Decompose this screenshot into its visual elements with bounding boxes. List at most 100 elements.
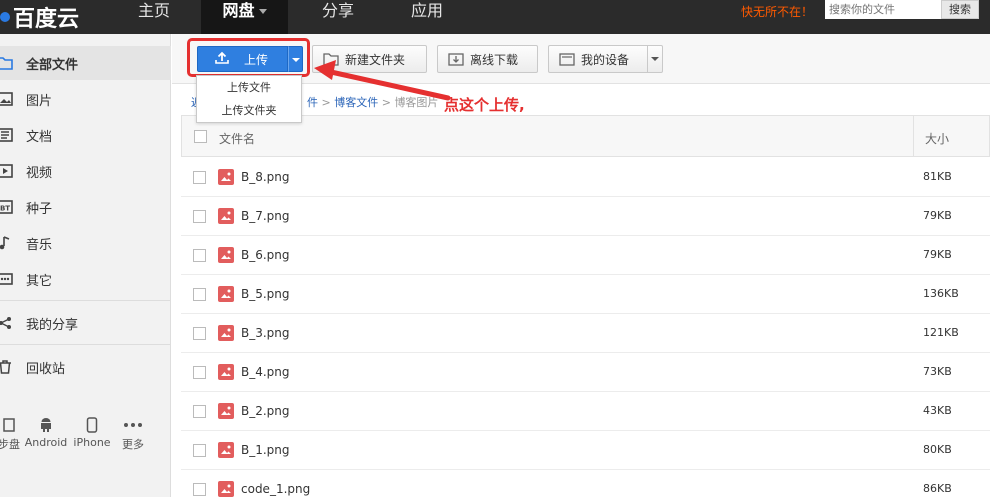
annotation-arrow xyxy=(314,60,451,101)
file-name[interactable]: B_8.png xyxy=(241,170,290,184)
sidebar-item-label: 其它 xyxy=(26,273,53,289)
row-checkbox[interactable] xyxy=(193,405,206,418)
table-row[interactable]: B_4.png 73KB xyxy=(181,353,990,392)
file-name[interactable]: code_1.png xyxy=(241,482,310,496)
chevron-down-icon xyxy=(258,9,267,14)
sidebar-divider xyxy=(0,344,171,345)
device-iphone[interactable]: iPhone xyxy=(72,414,112,449)
nav-home[interactable]: 主页 xyxy=(118,0,190,34)
more-dots-icon xyxy=(118,414,148,436)
annotation-text: 点这个上传, xyxy=(444,96,525,114)
sidebar-item-recycle-bin[interactable]: 回收站 xyxy=(0,350,171,384)
file-name[interactable]: B_2.png xyxy=(241,404,290,418)
menu-item-upload-file[interactable]: 上传文件 xyxy=(197,76,301,99)
search-button[interactable]: 搜索 xyxy=(941,0,979,19)
file-name[interactable]: B_6.png xyxy=(241,248,290,262)
table-row[interactable]: B_8.png 81KB xyxy=(181,158,990,197)
column-divider xyxy=(913,116,914,156)
sidebar-item-other[interactable]: 其它 xyxy=(0,262,171,296)
device-android[interactable]: Android xyxy=(24,414,68,449)
image-file-icon xyxy=(218,208,234,224)
sidebar-item-all-files[interactable]: 全部文件 xyxy=(0,46,171,80)
nav-netdisk-label: 网盘 xyxy=(222,1,255,20)
row-checkbox[interactable] xyxy=(193,171,206,184)
sidebar-item-torrents[interactable]: BT 种子 xyxy=(0,190,171,224)
device-more[interactable]: 更多 xyxy=(118,414,148,452)
file-size: 73KB xyxy=(923,365,952,378)
table-row[interactable]: B_5.png 136KB xyxy=(181,275,990,314)
music-icon xyxy=(0,234,14,252)
logo-mark-icon xyxy=(0,12,10,22)
my-devices-label: 我的设备 xyxy=(581,52,630,67)
my-devices-dropdown[interactable] xyxy=(647,46,662,72)
baidu-cloud-logo[interactable]: 百度云 xyxy=(0,0,79,34)
nav-apps[interactable]: 应用 xyxy=(391,0,463,34)
image-file-icon xyxy=(218,247,234,263)
table-row[interactable]: code_1.png 86KB xyxy=(181,470,990,497)
file-size: 79KB xyxy=(923,209,952,222)
file-size: 121KB xyxy=(923,326,959,339)
sidebar-item-videos[interactable]: 视频 xyxy=(0,154,171,188)
column-header-size[interactable]: 大小 xyxy=(925,130,949,147)
table-row[interactable]: B_6.png 79KB xyxy=(181,236,990,275)
table-row[interactable]: B_3.png 121KB xyxy=(181,314,990,353)
promo-text: 快无所不在！ xyxy=(741,5,814,19)
device-icon xyxy=(559,52,575,66)
file-name[interactable]: B_3.png xyxy=(241,326,290,340)
column-header-filename[interactable]: 文件名 xyxy=(219,130,255,147)
image-icon xyxy=(0,90,14,108)
row-checkbox[interactable] xyxy=(193,327,206,340)
sidebar-item-images[interactable]: 图片 xyxy=(0,82,171,116)
row-checkbox[interactable] xyxy=(193,288,206,301)
image-file-icon xyxy=(218,403,234,419)
image-file-icon xyxy=(218,169,234,185)
upload-label: 上传 xyxy=(244,52,269,67)
table-row[interactable]: B_2.png 43KB xyxy=(181,392,990,431)
sidebar-item-label: 回收站 xyxy=(26,361,66,377)
iphone-icon xyxy=(72,414,112,436)
nav-share[interactable]: 分享 xyxy=(302,0,374,34)
file-name[interactable]: B_7.png xyxy=(241,209,290,223)
device-sync-disk[interactable]: 步盘 xyxy=(0,414,24,452)
sidebar-item-label: 文档 xyxy=(26,129,53,145)
chevron-down-icon xyxy=(651,57,659,61)
sidebar-item-label: 全部文件 xyxy=(26,57,79,73)
sidebar-item-my-shares[interactable]: 我的分享 xyxy=(0,306,171,340)
row-checkbox[interactable] xyxy=(193,483,206,496)
file-name[interactable]: B_4.png xyxy=(241,365,290,379)
bt-icon: BT xyxy=(0,198,14,216)
share-icon xyxy=(0,314,14,332)
sidebar-item-music[interactable]: 音乐 xyxy=(0,226,171,260)
video-icon xyxy=(0,162,14,180)
file-size: 86KB xyxy=(923,482,952,495)
nav-netdisk[interactable]: 网盘 xyxy=(201,0,288,34)
search-input[interactable] xyxy=(825,0,941,19)
row-checkbox[interactable] xyxy=(193,366,206,379)
file-size: 81KB xyxy=(923,170,952,183)
folder-icon xyxy=(0,54,14,72)
sidebar-item-label: 我的分享 xyxy=(26,317,79,333)
sidebar-item-documents[interactable]: 文档 xyxy=(0,118,171,152)
device-label: iPhone xyxy=(73,436,111,449)
upload-button[interactable]: 上传 xyxy=(197,46,288,72)
file-name[interactable]: B_5.png xyxy=(241,287,290,301)
menu-item-upload-folder[interactable]: 上传文件夹 xyxy=(197,99,301,122)
device-label: 步盘 xyxy=(0,438,20,451)
select-all-checkbox[interactable] xyxy=(194,130,207,143)
image-file-icon xyxy=(218,442,234,458)
upload-dropdown-menu: 上传文件 上传文件夹 xyxy=(196,75,302,123)
my-devices-button[interactable]: 我的设备 xyxy=(548,45,663,73)
svg-text:BT: BT xyxy=(0,205,10,213)
row-checkbox[interactable] xyxy=(193,249,206,262)
upload-icon xyxy=(214,51,230,68)
table-row[interactable]: B_1.png 80KB xyxy=(181,431,990,470)
device-label: Android xyxy=(24,436,68,449)
file-name[interactable]: B_1.png xyxy=(241,443,290,457)
device-label: 更多 xyxy=(122,438,144,451)
table-row[interactable]: B_7.png 79KB xyxy=(181,197,990,236)
row-checkbox[interactable] xyxy=(193,444,206,457)
file-table-header: 文件名 大小 xyxy=(181,115,990,157)
image-file-icon xyxy=(218,286,234,302)
row-checkbox[interactable] xyxy=(193,210,206,223)
offline-download-label: 离线下载 xyxy=(470,52,519,67)
